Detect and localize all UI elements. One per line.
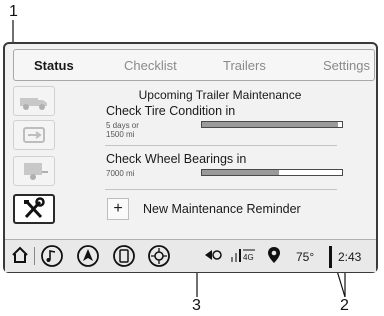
tire-progress-bar bbox=[201, 121, 343, 128]
new-reminder-button[interactable]: + New Maintenance Reminder bbox=[107, 198, 337, 222]
truck-icon bbox=[20, 98, 47, 110]
wrench-screwdriver-icon bbox=[24, 197, 45, 219]
tire-item-title[interactable]: Check Tire Condition in bbox=[106, 104, 235, 118]
phone-icon bbox=[113, 245, 135, 267]
location-indicator bbox=[267, 245, 281, 265]
rail-maintenance-button[interactable] bbox=[13, 194, 55, 224]
infotainment-screen: Status Checklist Trailers Settings Upcom… bbox=[3, 42, 378, 273]
temperature-readout: 75° bbox=[296, 250, 315, 264]
tire-progress-fill bbox=[202, 122, 338, 127]
status-divider bbox=[329, 246, 332, 268]
hitch-connect-icon bbox=[23, 127, 45, 143]
item-separator bbox=[105, 145, 337, 146]
tab-bar: Status Checklist Trailers Settings bbox=[13, 49, 375, 81]
connectivity-icon bbox=[205, 250, 222, 260]
audio-button[interactable] bbox=[41, 245, 63, 267]
bearings-item-title[interactable]: Check Wheel Bearings in bbox=[106, 152, 246, 166]
home-button[interactable] bbox=[11, 245, 29, 265]
tab-status[interactable]: Status bbox=[34, 58, 74, 73]
tab-checklist[interactable]: Checklist bbox=[124, 58, 177, 73]
location-icon bbox=[268, 247, 280, 263]
home-icon bbox=[12, 246, 28, 263]
new-reminder-label: New Maintenance Reminder bbox=[143, 202, 301, 216]
bearings-progress-bar bbox=[201, 169, 343, 176]
maintenance-title: Upcoming Trailer Maintenance bbox=[138, 88, 302, 102]
callout-2: 2 bbox=[340, 297, 349, 314]
phone-button[interactable] bbox=[113, 245, 135, 267]
status-bar: 4G 75° 2:43 bbox=[5, 239, 376, 272]
tire-item-interval-miles: 1500 mi bbox=[106, 130, 135, 139]
status-divider bbox=[34, 247, 35, 265]
plus-icon: + bbox=[107, 198, 129, 220]
navigation-button[interactable] bbox=[77, 245, 99, 267]
clock: 2:43 bbox=[338, 250, 362, 264]
tab-trailers[interactable]: Trailers bbox=[223, 58, 266, 73]
apps-icon bbox=[148, 245, 170, 267]
navigation-icon bbox=[77, 245, 99, 267]
rail-connect-button[interactable] bbox=[13, 120, 55, 150]
apps-button[interactable] bbox=[148, 245, 170, 267]
callout-1: 1 bbox=[9, 3, 18, 20]
item-separator bbox=[105, 189, 337, 190]
rail-truck-button[interactable] bbox=[13, 86, 55, 116]
rail-trailer-button[interactable] bbox=[13, 156, 55, 186]
tab-settings[interactable]: Settings bbox=[323, 58, 370, 73]
bearings-progress-fill bbox=[202, 170, 279, 175]
tire-item-interval-days: 5 days or bbox=[106, 121, 139, 130]
bearings-item-interval-miles: 7000 mi bbox=[106, 169, 135, 178]
music-icon bbox=[41, 245, 63, 267]
trailer-icon bbox=[24, 163, 48, 180]
network-type-label: 4G bbox=[243, 253, 254, 262]
callout-3: 3 bbox=[192, 297, 201, 314]
connectivity-indicator bbox=[203, 245, 223, 265]
